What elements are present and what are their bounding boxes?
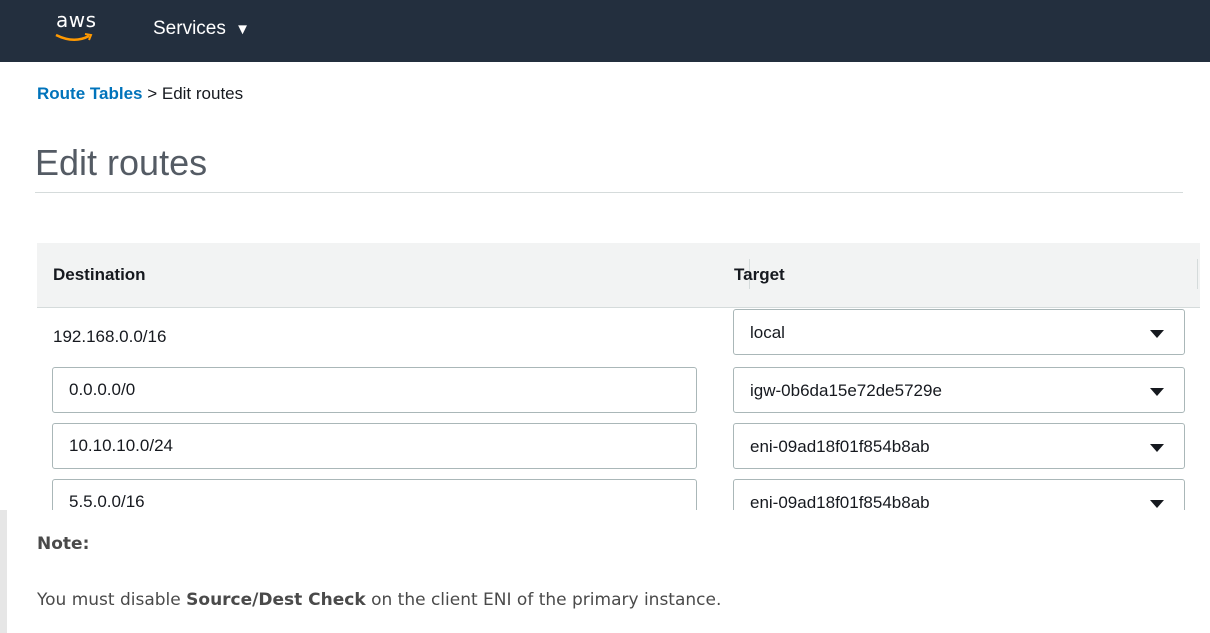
dropdown-arrow-icon (1150, 388, 1164, 396)
top-navigation-bar: aws Services ▼ (0, 0, 1210, 62)
breadcrumb-separator: > (142, 84, 162, 103)
note-title: Note: (37, 534, 90, 554)
column-header-target: Target (734, 265, 785, 284)
title-divider (35, 192, 1183, 193)
routes-table-header: Destination Target (37, 243, 1200, 308)
target-select[interactable]: igw-0b6da15e72de5729e (733, 367, 1185, 413)
dropdown-arrow-icon (1150, 444, 1164, 452)
destination-input[interactable] (52, 367, 697, 413)
destination-value: 192.168.0.0/16 (53, 327, 167, 346)
target-value: eni-09ad18f01f854b8ab (750, 437, 930, 456)
target-select[interactable]: eni-09ad18f01f854b8ab (733, 423, 1185, 469)
aws-smile-icon (55, 33, 93, 41)
breadcrumb-link-route-tables[interactable]: Route Tables (37, 84, 142, 103)
note-accent-bar (0, 510, 7, 633)
note-text-after: on the client ENI of the primary instanc… (365, 590, 722, 610)
aws-logo[interactable]: aws (56, 8, 97, 32)
note-text-bold: Source/Dest Check (186, 590, 366, 610)
caret-down-icon: ▼ (235, 21, 250, 38)
breadcrumb-current: Edit routes (161, 84, 244, 103)
routes-table-body: 192.168.0.0/16 local igw-0b6da15e72de572… (37, 308, 1200, 510)
destination-input[interactable] (52, 423, 697, 469)
target-select[interactable]: local (733, 309, 1185, 355)
note-text-before: You must disable (37, 590, 187, 610)
destination-input[interactable] (52, 479, 697, 510)
services-label: Services (153, 18, 226, 39)
target-value: eni-09ad18f01f854b8ab (750, 493, 930, 510)
target-value: igw-0b6da15e72de5729e (750, 381, 942, 400)
note-callout: Note: You must disable Source/Dest Check… (0, 510, 1210, 633)
target-value: local (750, 323, 785, 342)
page-title: Edit routes (35, 142, 208, 183)
column-header-destination: Destination (53, 265, 146, 284)
note-text: You must disable Source/Dest Check on th… (37, 590, 721, 610)
breadcrumb: Route Tables > Edit routes (37, 84, 243, 104)
services-menu-button[interactable]: Services ▼ (153, 18, 250, 40)
dropdown-arrow-icon (1150, 500, 1164, 508)
target-select[interactable]: eni-09ad18f01f854b8ab (733, 479, 1185, 510)
column-separator[interactable] (1197, 259, 1198, 289)
dropdown-arrow-icon (1150, 330, 1164, 338)
